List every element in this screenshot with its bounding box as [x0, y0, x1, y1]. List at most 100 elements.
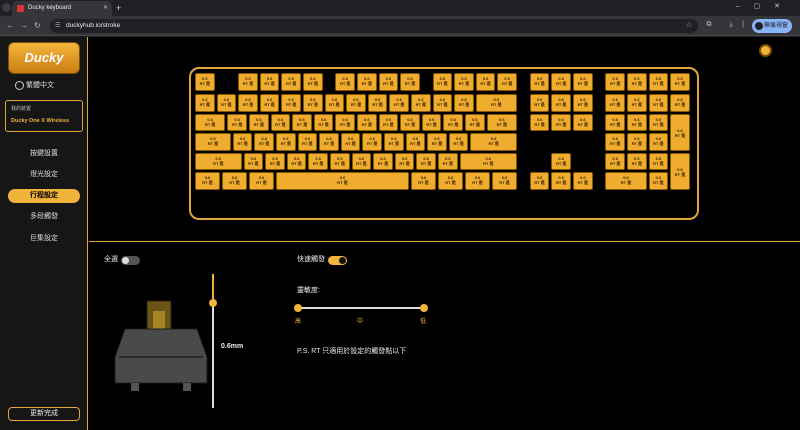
keyboard-key[interactable]: 0.6 RT 是	[411, 94, 431, 112]
keyboard-key[interactable]: 0.6 RT 是	[605, 113, 625, 132]
keyboard-key[interactable]: 0.6 RT 是	[670, 94, 690, 112]
incognito-profile-button[interactable]: 無痕視窗	[752, 19, 792, 33]
nav-key-settings[interactable]: 按鍵設置	[0, 147, 88, 161]
keyboard-key[interactable]: 0.6 RT 是	[551, 172, 571, 190]
keyboard-key[interactable]: 0.6 RT 是	[319, 133, 339, 151]
device-card[interactable]: 我的裝置 Ducky One X Wireless	[5, 100, 83, 132]
keyboard-key[interactable]: 0.6 RT 是	[249, 113, 269, 132]
keyboard-key[interactable]: 0.6 RT 是	[670, 113, 690, 151]
sensitivity-slider-thumb[interactable]	[294, 304, 302, 312]
keyboard-key[interactable]: 0.6 RT 是	[627, 152, 647, 171]
keyboard-key[interactable]: 0.6 RT 是	[324, 94, 345, 112]
keyboard-key[interactable]: 0.6 RT 是	[335, 73, 355, 91]
keyboard-key[interactable]: 0.6 RT 是	[276, 172, 409, 190]
keyboard-key[interactable]: 0.6 RT 是	[259, 73, 280, 91]
new-tab-icon[interactable]: +	[116, 1, 121, 15]
keyboard-key[interactable]: 0.6 RT 是	[573, 113, 593, 132]
keyboard-key[interactable]: 0.6 RT 是	[276, 133, 296, 151]
keyboard-key[interactable]: 0.6 RT 是	[648, 113, 669, 132]
back-icon[interactable]: ←	[6, 19, 14, 33]
keyboard-key[interactable]: 0.6 RT 是	[195, 152, 242, 171]
keyboard-key[interactable]: 0.6 RT 是	[605, 73, 625, 91]
keyboard-key[interactable]: 0.6 RT 是	[367, 94, 388, 112]
keyboard-key[interactable]: 0.6 RT 是	[605, 152, 625, 171]
keyboard-key[interactable]: 0.6 RT 是	[421, 113, 442, 132]
keyboard-key[interactable]: 0.6 RT 是	[427, 133, 447, 151]
update-complete-button[interactable]: 更新完成	[8, 407, 80, 421]
keyboard-key[interactable]: 0.6 RT 是	[438, 172, 463, 190]
keyboard-key[interactable]: 0.6 RT 是	[216, 94, 237, 112]
nav-macro-settings[interactable]: 巨集設定	[0, 232, 88, 246]
keyboard-key[interactable]: 0.6 RT 是	[551, 152, 571, 171]
keyboard-key[interactable]: 0.6 RT 是	[411, 172, 436, 190]
keyboard-key[interactable]: 0.6 RT 是	[346, 94, 366, 112]
keyboard-key[interactable]: 0.6 RT 是	[281, 94, 301, 112]
keyboard-key[interactable]: 0.6 RT 是	[313, 113, 334, 132]
keyboard-key[interactable]: 0.6 RT 是	[627, 133, 647, 151]
keyboard-key[interactable]: 0.6 RT 是	[243, 152, 264, 171]
keyboard-key[interactable]: 0.6 RT 是	[292, 113, 312, 132]
keyboard-key[interactable]: 0.6 RT 是	[249, 172, 274, 190]
keyboard-key[interactable]: 0.6 RT 是	[648, 133, 669, 151]
site-info-icon[interactable]: ☰	[55, 19, 60, 33]
keyboard-key[interactable]: 0.6 RT 是	[270, 113, 291, 132]
keyboard-key[interactable]: 0.6 RT 是	[648, 94, 669, 112]
keyboard-key[interactable]: 0.6 RT 是	[470, 133, 517, 151]
keyboard-key[interactable]: 0.6 RT 是	[378, 113, 399, 132]
keyboard-key[interactable]: 0.6 RT 是	[573, 172, 593, 190]
keyboard-key[interactable]: 0.6 RT 是	[432, 73, 453, 91]
keyboard-key[interactable]: 0.6 RT 是	[605, 133, 625, 151]
language-selector[interactable]: 繁體中文	[15, 81, 54, 91]
keyboard-key[interactable]: 0.6 RT 是	[330, 152, 350, 171]
keyboard-key[interactable]: 0.6 RT 是	[222, 172, 247, 190]
keyboard-key[interactable]: 0.6 RT 是	[670, 73, 690, 91]
keyboard-key[interactable]: 0.6 RT 是	[465, 113, 485, 132]
keyboard-key[interactable]: 0.6 RT 是	[432, 94, 453, 112]
keyboard-key[interactable]: 0.6 RT 是	[254, 133, 274, 151]
keyboard-key[interactable]: 0.6 RT 是	[670, 152, 690, 190]
keyboard-key[interactable]: 0.6 RT 是	[400, 73, 420, 91]
keyboard-key[interactable]: 0.6 RT 是	[497, 73, 517, 91]
keyboard-key[interactable]: 0.6 RT 是	[529, 172, 550, 190]
keyboard-key[interactable]: 0.6 RT 是	[265, 152, 285, 171]
browser-tab[interactable]: Ducky keyboard ✕	[12, 1, 112, 16]
keyboard-key[interactable]: 0.6 RT 是	[627, 113, 647, 132]
download-icon[interactable]: ⤓	[726, 20, 736, 30]
keyboard-key[interactable]: 0.6 RT 是	[648, 172, 669, 190]
keyboard-key[interactable]: 0.6 RT 是	[308, 152, 328, 171]
forward-icon[interactable]: →	[20, 19, 28, 33]
keyboard-key[interactable]: 0.6 RT 是	[438, 152, 458, 171]
nav-travel-settings[interactable]: 行程設定	[8, 189, 80, 203]
keyboard-key[interactable]: 0.6 RT 是	[529, 73, 550, 91]
keyboard-key[interactable]: 0.6 RT 是	[573, 94, 593, 112]
keyboard-key[interactable]: 0.6 RT 是	[454, 94, 474, 112]
window-controls[interactable]: –▢✕	[736, 2, 794, 10]
keyboard-key[interactable]: 0.6 RT 是	[195, 113, 226, 132]
keyboard-key[interactable]: 0.6 RT 是	[459, 152, 517, 171]
keyboard-key[interactable]: 0.6 RT 是	[227, 113, 247, 132]
select-all-toggle[interactable]	[121, 256, 140, 265]
keyboard-key[interactable]: 0.6 RT 是	[400, 113, 420, 132]
keyboard-key[interactable]: 0.6 RT 是	[357, 113, 377, 132]
keyboard-key[interactable]: 0.6 RT 是	[465, 172, 490, 190]
keyboard-key[interactable]: 0.6 RT 是	[195, 94, 215, 112]
keyboard-key[interactable]: 0.6 RT 是	[303, 73, 323, 91]
keyboard-key[interactable]: 0.6 RT 是	[362, 133, 382, 151]
keyboard-key[interactable]: 0.6 RT 是	[529, 113, 550, 132]
keyboard-key[interactable]: 0.6 RT 是	[259, 94, 280, 112]
keyboard-key[interactable]: 0.6 RT 是	[389, 94, 409, 112]
keyboard-key[interactable]: 0.6 RT 是	[232, 133, 253, 151]
keyboard-key[interactable]: 0.6 RT 是	[303, 94, 323, 112]
keyboard-key[interactable]: 0.6 RT 是	[335, 113, 355, 132]
nav-multi-trigger[interactable]: 多段觸發	[0, 210, 88, 224]
keyboard-key[interactable]: 0.6 RT 是	[475, 73, 496, 91]
keyboard-key[interactable]: 0.6 RT 是	[286, 152, 307, 171]
keyboard-key[interactable]: 0.6 RT 是	[373, 152, 393, 171]
keyboard-key[interactable]: 0.6 RT 是	[443, 113, 463, 132]
nav-lighting-settings[interactable]: 燈光設定	[0, 168, 88, 182]
keyboard-key[interactable]: 0.6 RT 是	[627, 94, 647, 112]
keyboard-key[interactable]: 0.6 RT 是	[238, 73, 258, 91]
reload-icon[interactable]: ↻	[34, 19, 41, 33]
keyboard-key[interactable]: 0.6 RT 是	[195, 73, 215, 91]
keyboard-key[interactable]: 0.6 RT 是	[357, 73, 377, 91]
